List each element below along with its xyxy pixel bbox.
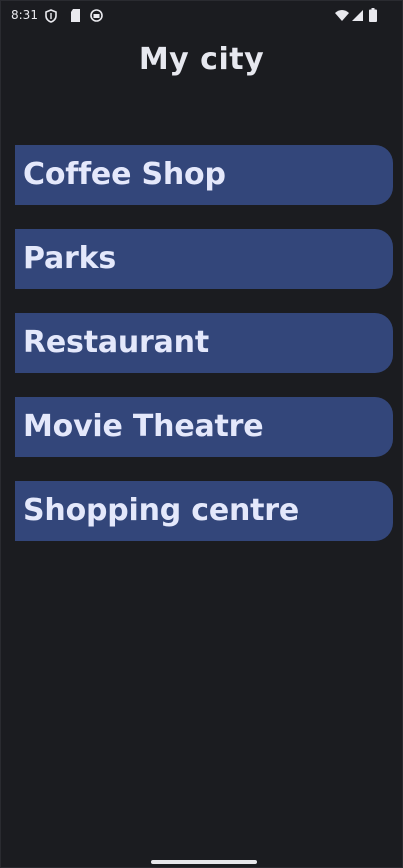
category-label: Movie Theatre bbox=[23, 409, 264, 444]
category-item-coffee-shop[interactable]: Coffee Shop bbox=[15, 145, 393, 205]
status-time: 8:31 bbox=[11, 8, 38, 22]
shield-icon bbox=[45, 9, 57, 23]
cellular-signal-icon bbox=[352, 10, 363, 21]
category-label: Coffee Shop bbox=[23, 157, 226, 192]
category-label: Restaurant bbox=[23, 325, 209, 360]
category-item-shopping-centre[interactable]: Shopping centre bbox=[15, 481, 393, 541]
battery-icon bbox=[369, 8, 377, 22]
category-item-restaurant[interactable]: Restaurant bbox=[15, 313, 393, 373]
category-item-parks[interactable]: Parks bbox=[15, 229, 393, 289]
gesture-nav-handle[interactable] bbox=[151, 860, 257, 864]
category-label: Shopping centre bbox=[23, 493, 300, 528]
category-list: Coffee Shop Parks Restaurant Movie Theat… bbox=[15, 145, 393, 565]
category-item-movie-theatre[interactable]: Movie Theatre bbox=[15, 397, 393, 457]
wifi-icon bbox=[335, 10, 349, 21]
category-label: Parks bbox=[23, 241, 117, 276]
sd-card-icon bbox=[71, 9, 80, 22]
status-bar: 8:31 bbox=[0, 0, 403, 32]
app-title: My city bbox=[138, 42, 265, 77]
app-notification-icon bbox=[90, 9, 103, 22]
